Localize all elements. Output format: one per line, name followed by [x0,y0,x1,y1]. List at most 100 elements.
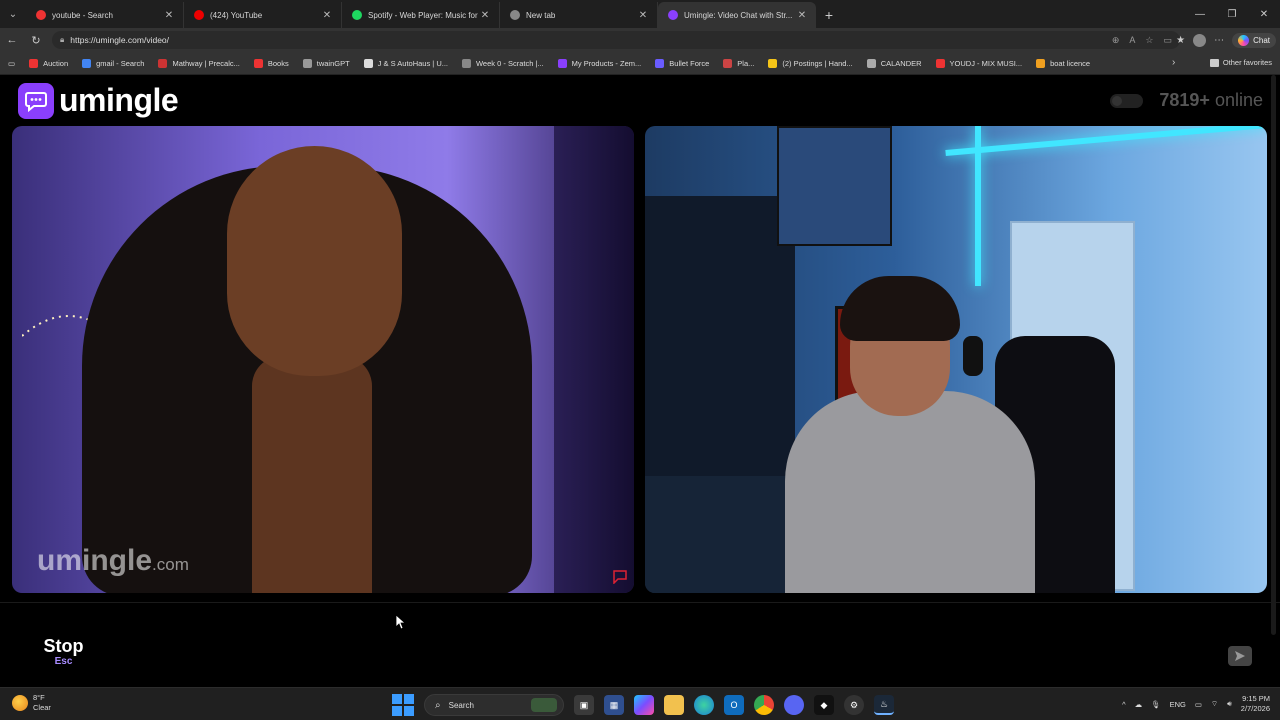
onedrive-icon[interactable]: ☁ [1135,700,1143,709]
outlook-icon[interactable]: O [724,695,744,715]
bookmark-item[interactable]: Mathway | Precalc... [158,58,240,68]
bookmark-label: Auction [43,58,69,68]
close-tab-icon[interactable]: ✕ [796,10,808,21]
watermark-text: umingle [37,544,153,577]
bookmark-item[interactable]: My Products - Zem... [557,58,641,68]
more-menu-icon[interactable]: ⋯ [1214,35,1224,46]
person-hoodie [785,391,1035,593]
wifi-icon[interactable]: ⌔ [1211,699,1218,709]
favorite-star-icon[interactable]: ☆ [1145,35,1153,46]
send-button[interactable] [1228,646,1252,666]
tray-overflow-icon[interactable]: ^ [1122,700,1126,709]
person-neck [252,356,372,593]
bookmark-label: Bullet Force [669,58,710,68]
volume-icon[interactable]: 🔊︎ [1227,699,1232,709]
browser-tab[interactable]: youtube - Search ✕ [26,2,184,28]
profile-avatar[interactable] [1193,33,1207,47]
bookmark-item[interactable]: CALANDER [866,58,922,68]
tab-favicon-icon [510,10,520,20]
bookmark-item[interactable]: (2) Postings | Hand... [768,58,853,68]
close-window-icon[interactable]: ✕ [1248,0,1280,28]
chrome-icon[interactable] [754,695,774,715]
clock[interactable]: 9:15 PM 2/7/2026 [1241,694,1270,714]
file-explorer-icon[interactable] [664,695,684,715]
settings-gear-icon[interactable]: ⚙ [844,695,864,715]
umingle-logo[interactable]: umingle [18,82,179,119]
bookmarks-menu-icon[interactable]: ▭ [8,59,15,68]
epic-games-icon[interactable]: ◆ [814,695,834,715]
bookmark-label: twainGPT [316,58,350,68]
person-face [227,146,402,376]
browser-tab[interactable]: Umingle: Video Chat with Str... ✕ [658,2,816,28]
split-screen-icon[interactable]: ▭ [1163,35,1172,46]
stop-button[interactable]: Stop Esc [12,618,115,685]
clock-date: 2/7/2026 [1240,704,1270,713]
start-button[interactable] [392,694,414,716]
other-favorites-label: Other favorites [1222,58,1272,67]
browser-tab[interactable]: New tab ✕ [500,2,658,28]
tab-favicon-icon [668,10,678,20]
bookmark-item[interactable]: Books [253,58,289,68]
tab-actions-menu[interactable]: ⌄ [0,0,26,28]
copilot-app-icon[interactable] [634,695,654,715]
favorites-icon[interactable]: ★ [1176,35,1185,46]
bookmarks-overflow-icon[interactable]: › [1172,57,1175,68]
bookmark-item[interactable]: twainGPT [302,58,350,68]
copilot-icon [1238,34,1250,46]
tab-title: New tab [526,10,556,20]
theme-toggle[interactable] [1110,93,1144,108]
read-aloud-icon[interactable]: A [1129,35,1135,45]
bookmark-item[interactable]: Auction [29,58,69,68]
discord-icon[interactable] [784,695,804,715]
bookmark-label: boat licence [1050,58,1091,68]
close-tab-icon[interactable]: ✕ [637,10,649,21]
weather-widget[interactable]: 8°F Clear [12,693,51,713]
weather-desc: Clear [33,703,51,712]
new-tab-button[interactable]: + [816,2,842,28]
bookmark-item[interactable]: YOUDJ - MIX MUSI... [935,58,1023,68]
language-indicator[interactable]: ENG [1170,700,1186,709]
headset [963,336,983,376]
page-scrollbar[interactable] [1271,75,1276,635]
bookmark-item[interactable]: J & S AutoHaus | U... [363,58,448,68]
neon-light-strip [945,126,1267,157]
report-flag-icon[interactable] [612,570,628,584]
other-favorites-folder[interactable]: Other favorites [1209,58,1272,67]
close-tab-icon[interactable]: ✕ [321,10,333,21]
network-icon[interactable]: ▭ [1195,700,1202,709]
bookmark-item[interactable]: boat licence [1036,58,1091,68]
back-icon[interactable]: ← [0,28,24,52]
minimize-icon[interactable]: — [1184,0,1216,28]
tab-title: Spotify - Web Player: Music for ev... [368,10,479,20]
taskbar-search[interactable]: ⌕ Search [424,694,564,716]
calendar-app-icon[interactable]: ▦ [604,695,624,715]
bookmark-label: YOUDJ - MIX MUSI... [949,58,1023,68]
microphone-icon[interactable]: 🎙︎ [1151,700,1161,709]
steam-icon[interactable]: ♨ [874,695,894,715]
bookmark-favicon-icon [253,58,263,68]
chat-bubble-icon [18,82,54,119]
copilot-chat-button[interactable]: Chat [1232,32,1276,48]
bookmark-item[interactable]: Week 0 - Scratch |... [461,58,544,68]
bookmark-item[interactable]: Pla... [723,58,754,68]
zoom-icon[interactable]: ⊕ [1112,35,1120,46]
refresh-icon[interactable]: ↻ [24,28,48,52]
bookmarks-bar: ▭ Auction gmail - Search Mathway | Precalc… [0,52,1280,75]
edge-browser-icon[interactable] [694,695,714,715]
close-tab-icon[interactable]: ✕ [479,10,491,21]
task-view-icon[interactable]: ▣ [574,695,594,715]
chat-message-input[interactable] [118,618,1268,685]
bookmark-item[interactable]: Bullet Force [655,58,710,68]
person-hair [840,276,960,341]
bookmark-favicon-icon [935,58,945,68]
browser-tab[interactable]: (424) YouTube ✕ [184,2,342,28]
address-bar[interactable]: 🔒︎ https://umingle.com/video/ ⊕ A ☆ ▭ [52,31,1180,49]
browser-tab[interactable]: Spotify - Web Player: Music for ev...✕ [342,2,500,28]
close-tab-icon[interactable]: ✕ [163,10,175,21]
bookmark-item[interactable]: gmail - Search [82,58,144,68]
neon-light-vertical [975,126,981,286]
bookmark-favicon-icon [302,58,312,68]
restore-icon[interactable]: ❐ [1216,0,1248,28]
weather-temp: 8°F [33,693,45,702]
bookmark-label: Week 0 - Scratch |... [475,58,544,68]
